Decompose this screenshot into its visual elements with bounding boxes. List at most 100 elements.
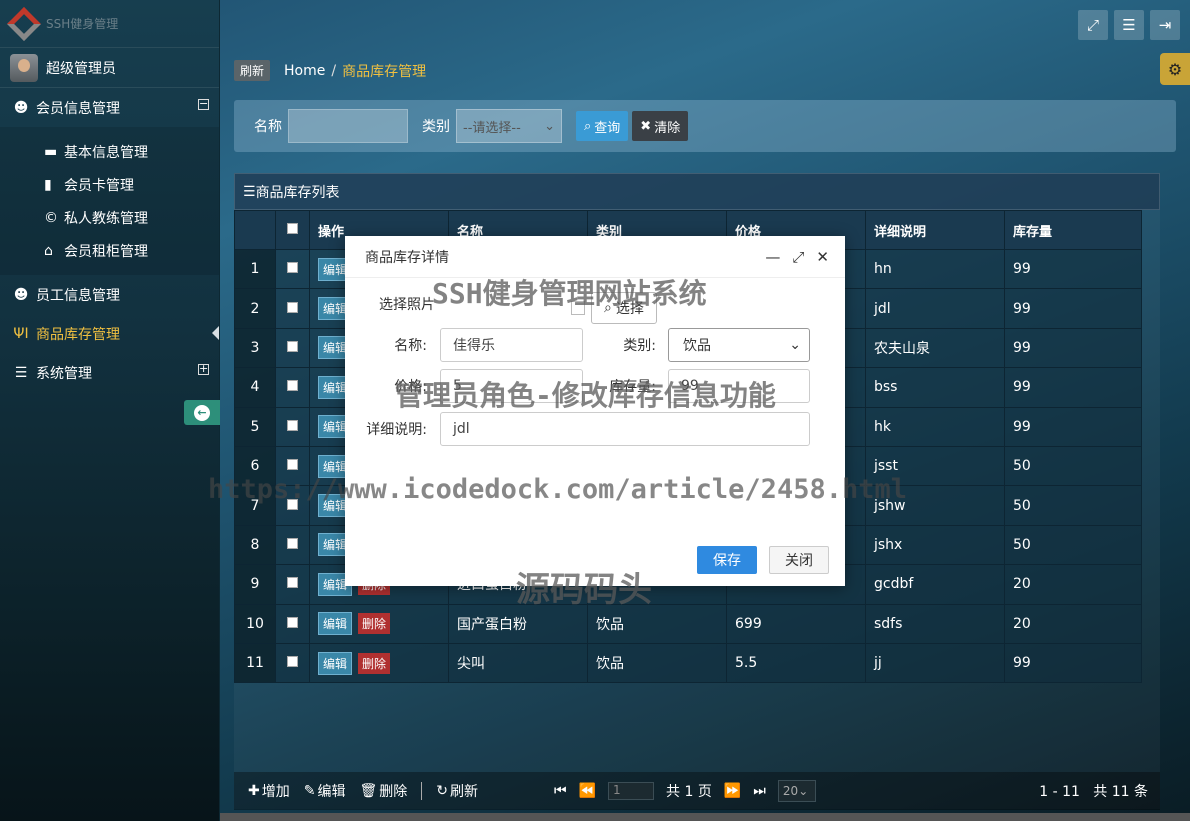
delete-button[interactable]: 🗑删除 <box>359 781 407 801</box>
row-checkbox[interactable] <box>276 565 310 604</box>
name-search-input[interactable] <box>288 109 408 143</box>
select-all-checkbox[interactable] <box>276 211 310 250</box>
fullscreen-icon[interactable]: ⤢ <box>1078 10 1108 40</box>
pick-photo-button[interactable]: ⌕选择 <box>591 292 657 324</box>
logo-text: SSH健身管理 <box>46 15 118 32</box>
chevron-down-icon: ⌄ <box>544 119 555 134</box>
row-number: 5 <box>235 407 276 446</box>
stock-field[interactable]: 99 <box>668 369 810 403</box>
active-caret-icon <box>212 326 219 340</box>
type-select-value: --请选择-- <box>463 117 521 136</box>
query-button[interactable]: ⌕查询 <box>576 111 628 141</box>
plus-icon: ✚ <box>248 783 260 799</box>
cell-stock: 99 <box>1005 368 1142 407</box>
row-checkbox[interactable] <box>276 368 310 407</box>
edit-button[interactable]: ✎编辑 <box>304 781 346 801</box>
refresh-icon: ↻ <box>436 783 448 799</box>
sidebar-collapse-button[interactable]: ← <box>184 400 220 425</box>
menu-staff-info[interactable]: ☻ 员工信息管理 <box>0 275 219 314</box>
sidebar-item-trainer[interactable]: ©私人教练管理 <box>0 201 219 234</box>
sidebar-item-basic-info[interactable]: ▬基本信息管理 <box>0 135 219 168</box>
menu-icon[interactable]: ☰ <box>1114 10 1144 40</box>
cell-desc: hn <box>866 250 1005 289</box>
breadcrumb-home[interactable]: Home <box>284 63 325 79</box>
row-number: 10 <box>235 604 276 643</box>
sidebar: SSH健身管理 超级管理员 ☻ 会员信息管理 − ▬基本信息管理 ▮会员卡管理 … <box>0 0 220 821</box>
cell-stock: 50 <box>1005 486 1142 525</box>
cell-stock: 99 <box>1005 407 1142 446</box>
sub-label: 会员卡管理 <box>64 175 134 195</box>
row-checkbox[interactable] <box>276 407 310 446</box>
gear-icon[interactable]: ⚙ <box>1160 53 1190 85</box>
row-checkbox[interactable] <box>276 604 310 643</box>
name-row: 名称: 佳得乐 <box>375 328 583 362</box>
user-info[interactable]: 超级管理员 <box>0 48 219 88</box>
page-size-select[interactable]: 20⌄ <box>778 780 816 802</box>
menu-member-info[interactable]: ☻ 会员信息管理 − <box>0 88 219 127</box>
collapse-icon[interactable]: − <box>198 99 209 110</box>
cell-desc: jdl <box>866 289 1005 328</box>
minimize-icon[interactable]: — <box>765 248 780 266</box>
cell-stock: 20 <box>1005 604 1142 643</box>
desc-label: 详细说明: <box>365 419 427 439</box>
sidebar-item-member-card[interactable]: ▮会员卡管理 <box>0 168 219 201</box>
col-desc[interactable]: 详细说明 <box>866 211 1005 250</box>
cell-name: 尖叫 <box>449 643 588 682</box>
type-field[interactable]: 饮品⌄ <box>668 328 810 362</box>
name-label: 名称 <box>254 116 282 136</box>
type-select[interactable]: --请选择-- ⌄ <box>456 109 562 143</box>
price-field[interactable]: 5 <box>440 369 583 403</box>
cell-stock: 99 <box>1005 643 1142 682</box>
arrow-left-icon: ← <box>194 405 210 421</box>
row-delete-button[interactable]: 删除 <box>358 613 390 634</box>
table-row[interactable]: 11编辑删除尖叫饮品5.5jj99 <box>235 643 1142 682</box>
refresh-button[interactable]: 刷新 <box>234 60 270 81</box>
list-icon: ☰ <box>243 184 256 200</box>
row-checkbox[interactable] <box>276 289 310 328</box>
row-checkbox[interactable] <box>276 446 310 485</box>
row-checkbox[interactable] <box>276 328 310 367</box>
refresh-list-button[interactable]: ↻刷新 <box>436 781 478 801</box>
row-checkbox[interactable] <box>276 643 310 682</box>
row-edit-button[interactable]: 编辑 <box>318 652 352 675</box>
scrollbar[interactable] <box>220 813 1190 821</box>
cell-desc: gcdbf <box>866 565 1005 604</box>
cell-stock: 50 <box>1005 446 1142 485</box>
col-stock[interactable]: 库存量 <box>1005 211 1142 250</box>
page-input[interactable]: 1 <box>608 782 654 800</box>
name-label: 名称: <box>375 335 427 355</box>
expand-icon[interactable]: + <box>198 364 209 375</box>
trash-icon: 🗑 <box>359 783 377 799</box>
last-page-icon[interactable]: ⏭ <box>753 783 766 799</box>
clear-button[interactable]: ✖清除 <box>632 111 688 141</box>
sidebar-item-locker[interactable]: ⌂会员租柜管理 <box>0 234 219 267</box>
row-number: 9 <box>235 565 276 604</box>
close-button[interactable]: 关闭 <box>769 546 829 574</box>
first-page-icon[interactable]: ⏮ <box>554 783 567 799</box>
row-checkbox[interactable] <box>276 250 310 289</box>
name-field[interactable]: 佳得乐 <box>440 328 583 362</box>
cell-price: 5.5 <box>727 643 866 682</box>
total-count: 共 11 条 <box>1093 784 1148 800</box>
save-button[interactable]: 保存 <box>697 546 757 574</box>
list-icon: ☰ <box>12 365 30 381</box>
photo-picker: ⌕选择 <box>571 292 657 324</box>
row-checkbox[interactable] <box>276 525 310 564</box>
row-edit-button[interactable]: 编辑 <box>318 612 352 635</box>
next-page-icon[interactable]: ⏩ <box>724 783 741 799</box>
cell-type: 饮品 <box>588 604 727 643</box>
table-row[interactable]: 10编辑删除国产蛋白粉饮品699sdfs20 <box>235 604 1142 643</box>
desc-field[interactable]: jdl <box>440 412 810 446</box>
menu-system[interactable]: ☰ 系统管理 + <box>0 353 219 392</box>
close-icon[interactable]: ✕ <box>816 248 829 266</box>
add-button[interactable]: ✚增加 <box>248 781 290 801</box>
menu-inventory[interactable]: ΨⅠ 商品库存管理 <box>0 314 219 353</box>
row-delete-button[interactable]: 删除 <box>358 653 390 674</box>
clear-label: 清除 <box>654 117 680 136</box>
prev-page-icon[interactable]: ⏪ <box>579 783 596 799</box>
logout-icon[interactable]: ⇥ <box>1150 10 1180 40</box>
row-checkbox[interactable] <box>276 486 310 525</box>
maximize-icon[interactable]: ⤢ <box>792 248 804 266</box>
cell-stock: 99 <box>1005 250 1142 289</box>
user-icon: ☻ <box>12 287 30 303</box>
